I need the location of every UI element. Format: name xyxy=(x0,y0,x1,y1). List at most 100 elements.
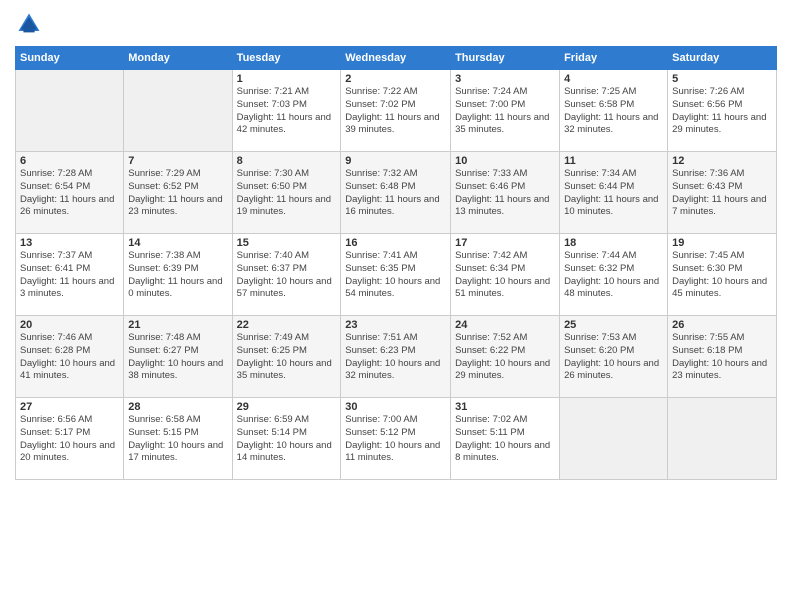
day-number: 2 xyxy=(345,73,446,85)
day-info: Sunrise: 7:51 AM Sunset: 6:23 PM Dayligh… xyxy=(345,332,446,383)
col-sunday: Sunday xyxy=(16,47,124,70)
day-cell: 31Sunrise: 7:02 AM Sunset: 5:11 PM Dayli… xyxy=(451,398,560,480)
day-cell: 18Sunrise: 7:44 AM Sunset: 6:32 PM Dayli… xyxy=(560,234,668,316)
day-number: 29 xyxy=(237,401,337,413)
day-cell: 10Sunrise: 7:33 AM Sunset: 6:46 PM Dayli… xyxy=(451,152,560,234)
day-cell: 29Sunrise: 6:59 AM Sunset: 5:14 PM Dayli… xyxy=(232,398,341,480)
day-cell: 5Sunrise: 7:26 AM Sunset: 6:56 PM Daylig… xyxy=(668,70,777,152)
day-number: 3 xyxy=(455,73,555,85)
day-number: 25 xyxy=(564,319,663,331)
day-cell: 2Sunrise: 7:22 AM Sunset: 7:02 PM Daylig… xyxy=(341,70,451,152)
day-info: Sunrise: 7:26 AM Sunset: 6:56 PM Dayligh… xyxy=(672,86,772,137)
week-row-1: 1Sunrise: 7:21 AM Sunset: 7:03 PM Daylig… xyxy=(16,70,777,152)
day-cell: 7Sunrise: 7:29 AM Sunset: 6:52 PM Daylig… xyxy=(124,152,232,234)
day-info: Sunrise: 6:59 AM Sunset: 5:14 PM Dayligh… xyxy=(237,414,337,465)
day-number: 10 xyxy=(455,155,555,167)
day-info: Sunrise: 7:49 AM Sunset: 6:25 PM Dayligh… xyxy=(237,332,337,383)
day-info: Sunrise: 7:38 AM Sunset: 6:39 PM Dayligh… xyxy=(128,250,227,301)
day-info: Sunrise: 7:40 AM Sunset: 6:37 PM Dayligh… xyxy=(237,250,337,301)
day-cell: 4Sunrise: 7:25 AM Sunset: 6:58 PM Daylig… xyxy=(560,70,668,152)
day-number: 8 xyxy=(237,155,337,167)
day-info: Sunrise: 7:42 AM Sunset: 6:34 PM Dayligh… xyxy=(455,250,555,301)
day-info: Sunrise: 7:53 AM Sunset: 6:20 PM Dayligh… xyxy=(564,332,663,383)
day-info: Sunrise: 7:29 AM Sunset: 6:52 PM Dayligh… xyxy=(128,168,227,219)
day-info: Sunrise: 7:25 AM Sunset: 6:58 PM Dayligh… xyxy=(564,86,663,137)
day-cell: 14Sunrise: 7:38 AM Sunset: 6:39 PM Dayli… xyxy=(124,234,232,316)
day-cell: 30Sunrise: 7:00 AM Sunset: 5:12 PM Dayli… xyxy=(341,398,451,480)
day-cell xyxy=(124,70,232,152)
day-number: 7 xyxy=(128,155,227,167)
day-number: 12 xyxy=(672,155,772,167)
day-info: Sunrise: 7:34 AM Sunset: 6:44 PM Dayligh… xyxy=(564,168,663,219)
day-number: 26 xyxy=(672,319,772,331)
day-cell xyxy=(560,398,668,480)
day-info: Sunrise: 7:36 AM Sunset: 6:43 PM Dayligh… xyxy=(672,168,772,219)
week-row-5: 27Sunrise: 6:56 AM Sunset: 5:17 PM Dayli… xyxy=(16,398,777,480)
day-number: 15 xyxy=(237,237,337,249)
day-info: Sunrise: 7:45 AM Sunset: 6:30 PM Dayligh… xyxy=(672,250,772,301)
day-info: Sunrise: 7:28 AM Sunset: 6:54 PM Dayligh… xyxy=(20,168,119,219)
day-info: Sunrise: 7:55 AM Sunset: 6:18 PM Dayligh… xyxy=(672,332,772,383)
day-cell: 21Sunrise: 7:48 AM Sunset: 6:27 PM Dayli… xyxy=(124,316,232,398)
day-number: 21 xyxy=(128,319,227,331)
col-monday: Monday xyxy=(124,47,232,70)
day-number: 4 xyxy=(564,73,663,85)
page-header xyxy=(15,10,777,38)
day-info: Sunrise: 7:22 AM Sunset: 7:02 PM Dayligh… xyxy=(345,86,446,137)
calendar-body: 1Sunrise: 7:21 AM Sunset: 7:03 PM Daylig… xyxy=(16,70,777,480)
col-wednesday: Wednesday xyxy=(341,47,451,70)
day-info: Sunrise: 6:56 AM Sunset: 5:17 PM Dayligh… xyxy=(20,414,119,465)
day-cell: 6Sunrise: 7:28 AM Sunset: 6:54 PM Daylig… xyxy=(16,152,124,234)
day-number: 24 xyxy=(455,319,555,331)
day-cell: 26Sunrise: 7:55 AM Sunset: 6:18 PM Dayli… xyxy=(668,316,777,398)
day-number: 16 xyxy=(345,237,446,249)
day-cell: 16Sunrise: 7:41 AM Sunset: 6:35 PM Dayli… xyxy=(341,234,451,316)
day-number: 19 xyxy=(672,237,772,249)
day-cell: 1Sunrise: 7:21 AM Sunset: 7:03 PM Daylig… xyxy=(232,70,341,152)
day-cell xyxy=(668,398,777,480)
day-info: Sunrise: 7:33 AM Sunset: 6:46 PM Dayligh… xyxy=(455,168,555,219)
day-cell: 8Sunrise: 7:30 AM Sunset: 6:50 PM Daylig… xyxy=(232,152,341,234)
day-number: 22 xyxy=(237,319,337,331)
day-cell: 15Sunrise: 7:40 AM Sunset: 6:37 PM Dayli… xyxy=(232,234,341,316)
logo-icon xyxy=(15,10,43,38)
day-cell: 19Sunrise: 7:45 AM Sunset: 6:30 PM Dayli… xyxy=(668,234,777,316)
day-number: 20 xyxy=(20,319,119,331)
day-cell: 3Sunrise: 7:24 AM Sunset: 7:00 PM Daylig… xyxy=(451,70,560,152)
logo xyxy=(15,10,47,38)
day-number: 17 xyxy=(455,237,555,249)
day-cell: 25Sunrise: 7:53 AM Sunset: 6:20 PM Dayli… xyxy=(560,316,668,398)
day-info: Sunrise: 7:32 AM Sunset: 6:48 PM Dayligh… xyxy=(345,168,446,219)
day-info: Sunrise: 7:37 AM Sunset: 6:41 PM Dayligh… xyxy=(20,250,119,301)
day-cell: 24Sunrise: 7:52 AM Sunset: 6:22 PM Dayli… xyxy=(451,316,560,398)
day-info: Sunrise: 7:21 AM Sunset: 7:03 PM Dayligh… xyxy=(237,86,337,137)
day-cell: 12Sunrise: 7:36 AM Sunset: 6:43 PM Dayli… xyxy=(668,152,777,234)
day-cell: 28Sunrise: 6:58 AM Sunset: 5:15 PM Dayli… xyxy=(124,398,232,480)
day-info: Sunrise: 7:02 AM Sunset: 5:11 PM Dayligh… xyxy=(455,414,555,465)
day-number: 18 xyxy=(564,237,663,249)
day-number: 13 xyxy=(20,237,119,249)
day-info: Sunrise: 7:41 AM Sunset: 6:35 PM Dayligh… xyxy=(345,250,446,301)
day-number: 27 xyxy=(20,401,119,413)
day-number: 28 xyxy=(128,401,227,413)
day-number: 23 xyxy=(345,319,446,331)
day-info: Sunrise: 7:44 AM Sunset: 6:32 PM Dayligh… xyxy=(564,250,663,301)
day-info: Sunrise: 7:48 AM Sunset: 6:27 PM Dayligh… xyxy=(128,332,227,383)
day-number: 30 xyxy=(345,401,446,413)
day-number: 31 xyxy=(455,401,555,413)
day-info: Sunrise: 7:00 AM Sunset: 5:12 PM Dayligh… xyxy=(345,414,446,465)
header-row: Sunday Monday Tuesday Wednesday Thursday… xyxy=(16,47,777,70)
col-thursday: Thursday xyxy=(451,47,560,70)
col-tuesday: Tuesday xyxy=(232,47,341,70)
col-friday: Friday xyxy=(560,47,668,70)
day-number: 11 xyxy=(564,155,663,167)
week-row-4: 20Sunrise: 7:46 AM Sunset: 6:28 PM Dayli… xyxy=(16,316,777,398)
day-number: 14 xyxy=(128,237,227,249)
day-cell: 11Sunrise: 7:34 AM Sunset: 6:44 PM Dayli… xyxy=(560,152,668,234)
col-saturday: Saturday xyxy=(668,47,777,70)
day-info: Sunrise: 7:30 AM Sunset: 6:50 PM Dayligh… xyxy=(237,168,337,219)
calendar-page: Sunday Monday Tuesday Wednesday Thursday… xyxy=(0,0,792,612)
calendar-table: Sunday Monday Tuesday Wednesday Thursday… xyxy=(15,46,777,480)
day-info: Sunrise: 7:52 AM Sunset: 6:22 PM Dayligh… xyxy=(455,332,555,383)
day-cell xyxy=(16,70,124,152)
